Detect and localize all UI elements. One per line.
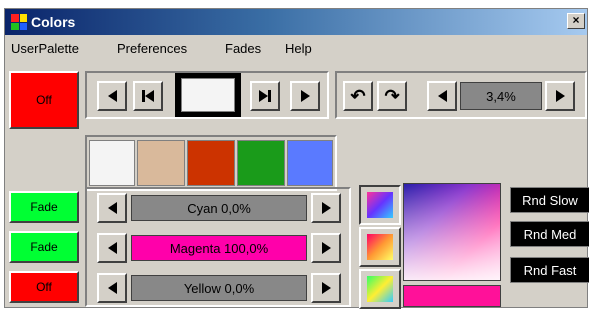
gradient-green-icon (367, 276, 393, 302)
cyan-slider[interactable]: Cyan 0,0% (131, 195, 307, 221)
skip-end-bar-icon (268, 90, 271, 102)
last-color-button[interactable] (250, 81, 280, 111)
yellow-decrease-button[interactable] (97, 273, 127, 303)
palette-swatch[interactable] (237, 140, 285, 186)
palette-swatch[interactable] (187, 140, 235, 186)
yellow-slider[interactable]: Yellow 0,0% (131, 275, 307, 301)
gradient-mode-red-button[interactable] (359, 227, 401, 267)
left-arrow-icon (107, 242, 117, 254)
menu-preferences[interactable]: Preferences (117, 41, 187, 56)
right-arrow-icon (321, 242, 331, 254)
zoom-decrease-button[interactable] (427, 81, 457, 111)
color-picker-area[interactable] (403, 183, 501, 281)
menu-userpalette[interactable]: UserPalette (11, 41, 79, 56)
next-color-button[interactable] (290, 81, 320, 111)
right-arrow-icon (555, 90, 565, 102)
magenta-decrease-button[interactable] (97, 233, 127, 263)
first-color-button[interactable] (133, 81, 163, 111)
yellow-increase-button[interactable] (311, 273, 341, 303)
menu-help[interactable]: Help (285, 41, 312, 56)
right-arrow-icon (300, 90, 310, 102)
gradient-blue-icon (367, 192, 393, 218)
magenta-increase-button[interactable] (311, 233, 341, 263)
left-arrow-icon (107, 282, 117, 294)
app-icon (11, 14, 27, 30)
gradient-mode-green-button[interactable] (359, 269, 401, 309)
zoom-increase-button[interactable] (545, 81, 575, 111)
current-color-preview (403, 285, 501, 307)
close-icon[interactable]: × (567, 13, 585, 29)
left-arrow-icon (437, 90, 447, 102)
random-slow-button[interactable]: Rnd Slow (510, 187, 589, 213)
zoom-value[interactable]: 3,4% (460, 82, 542, 110)
palette-swatch[interactable] (137, 140, 185, 186)
right-arrow-icon (321, 202, 331, 214)
magenta-slider[interactable]: Magenta 100,0% (131, 235, 307, 261)
gradient-red-icon (367, 234, 393, 260)
right-arrow-icon (321, 282, 331, 294)
random-fast-button[interactable]: Rnd Fast (510, 257, 589, 283)
redo-icon[interactable]: ↷ (377, 81, 407, 111)
gradient-mode-blue-button[interactable] (359, 185, 401, 225)
prev-color-button[interactable] (97, 81, 127, 111)
colors-window: Colors × UserPalette Preferences Fades H… (4, 8, 589, 309)
menu-bar: UserPalette Preferences Fades Help (5, 37, 587, 59)
cyan-increase-button[interactable] (311, 193, 341, 223)
magenta-fade-button[interactable]: Fade (9, 231, 79, 263)
title-bar[interactable]: Colors × (5, 9, 587, 35)
menu-fades[interactable]: Fades (225, 41, 261, 56)
master-off-button[interactable]: Off (9, 71, 79, 129)
cyan-decrease-button[interactable] (97, 193, 127, 223)
left-arrow-icon (107, 202, 117, 214)
yellow-off-button[interactable]: Off (9, 271, 79, 303)
palette-swatch[interactable] (89, 140, 135, 186)
skip-end-icon (259, 90, 268, 102)
undo-icon[interactable]: ↶ (343, 81, 373, 111)
random-medium-button[interactable]: Rnd Med (510, 221, 589, 247)
window-title: Colors (31, 14, 76, 30)
current-swatch[interactable] (181, 78, 235, 112)
palette-swatch[interactable] (287, 140, 333, 186)
skip-start-icon (145, 90, 154, 102)
left-arrow-icon (107, 90, 117, 102)
cyan-fade-button[interactable]: Fade (9, 191, 79, 223)
